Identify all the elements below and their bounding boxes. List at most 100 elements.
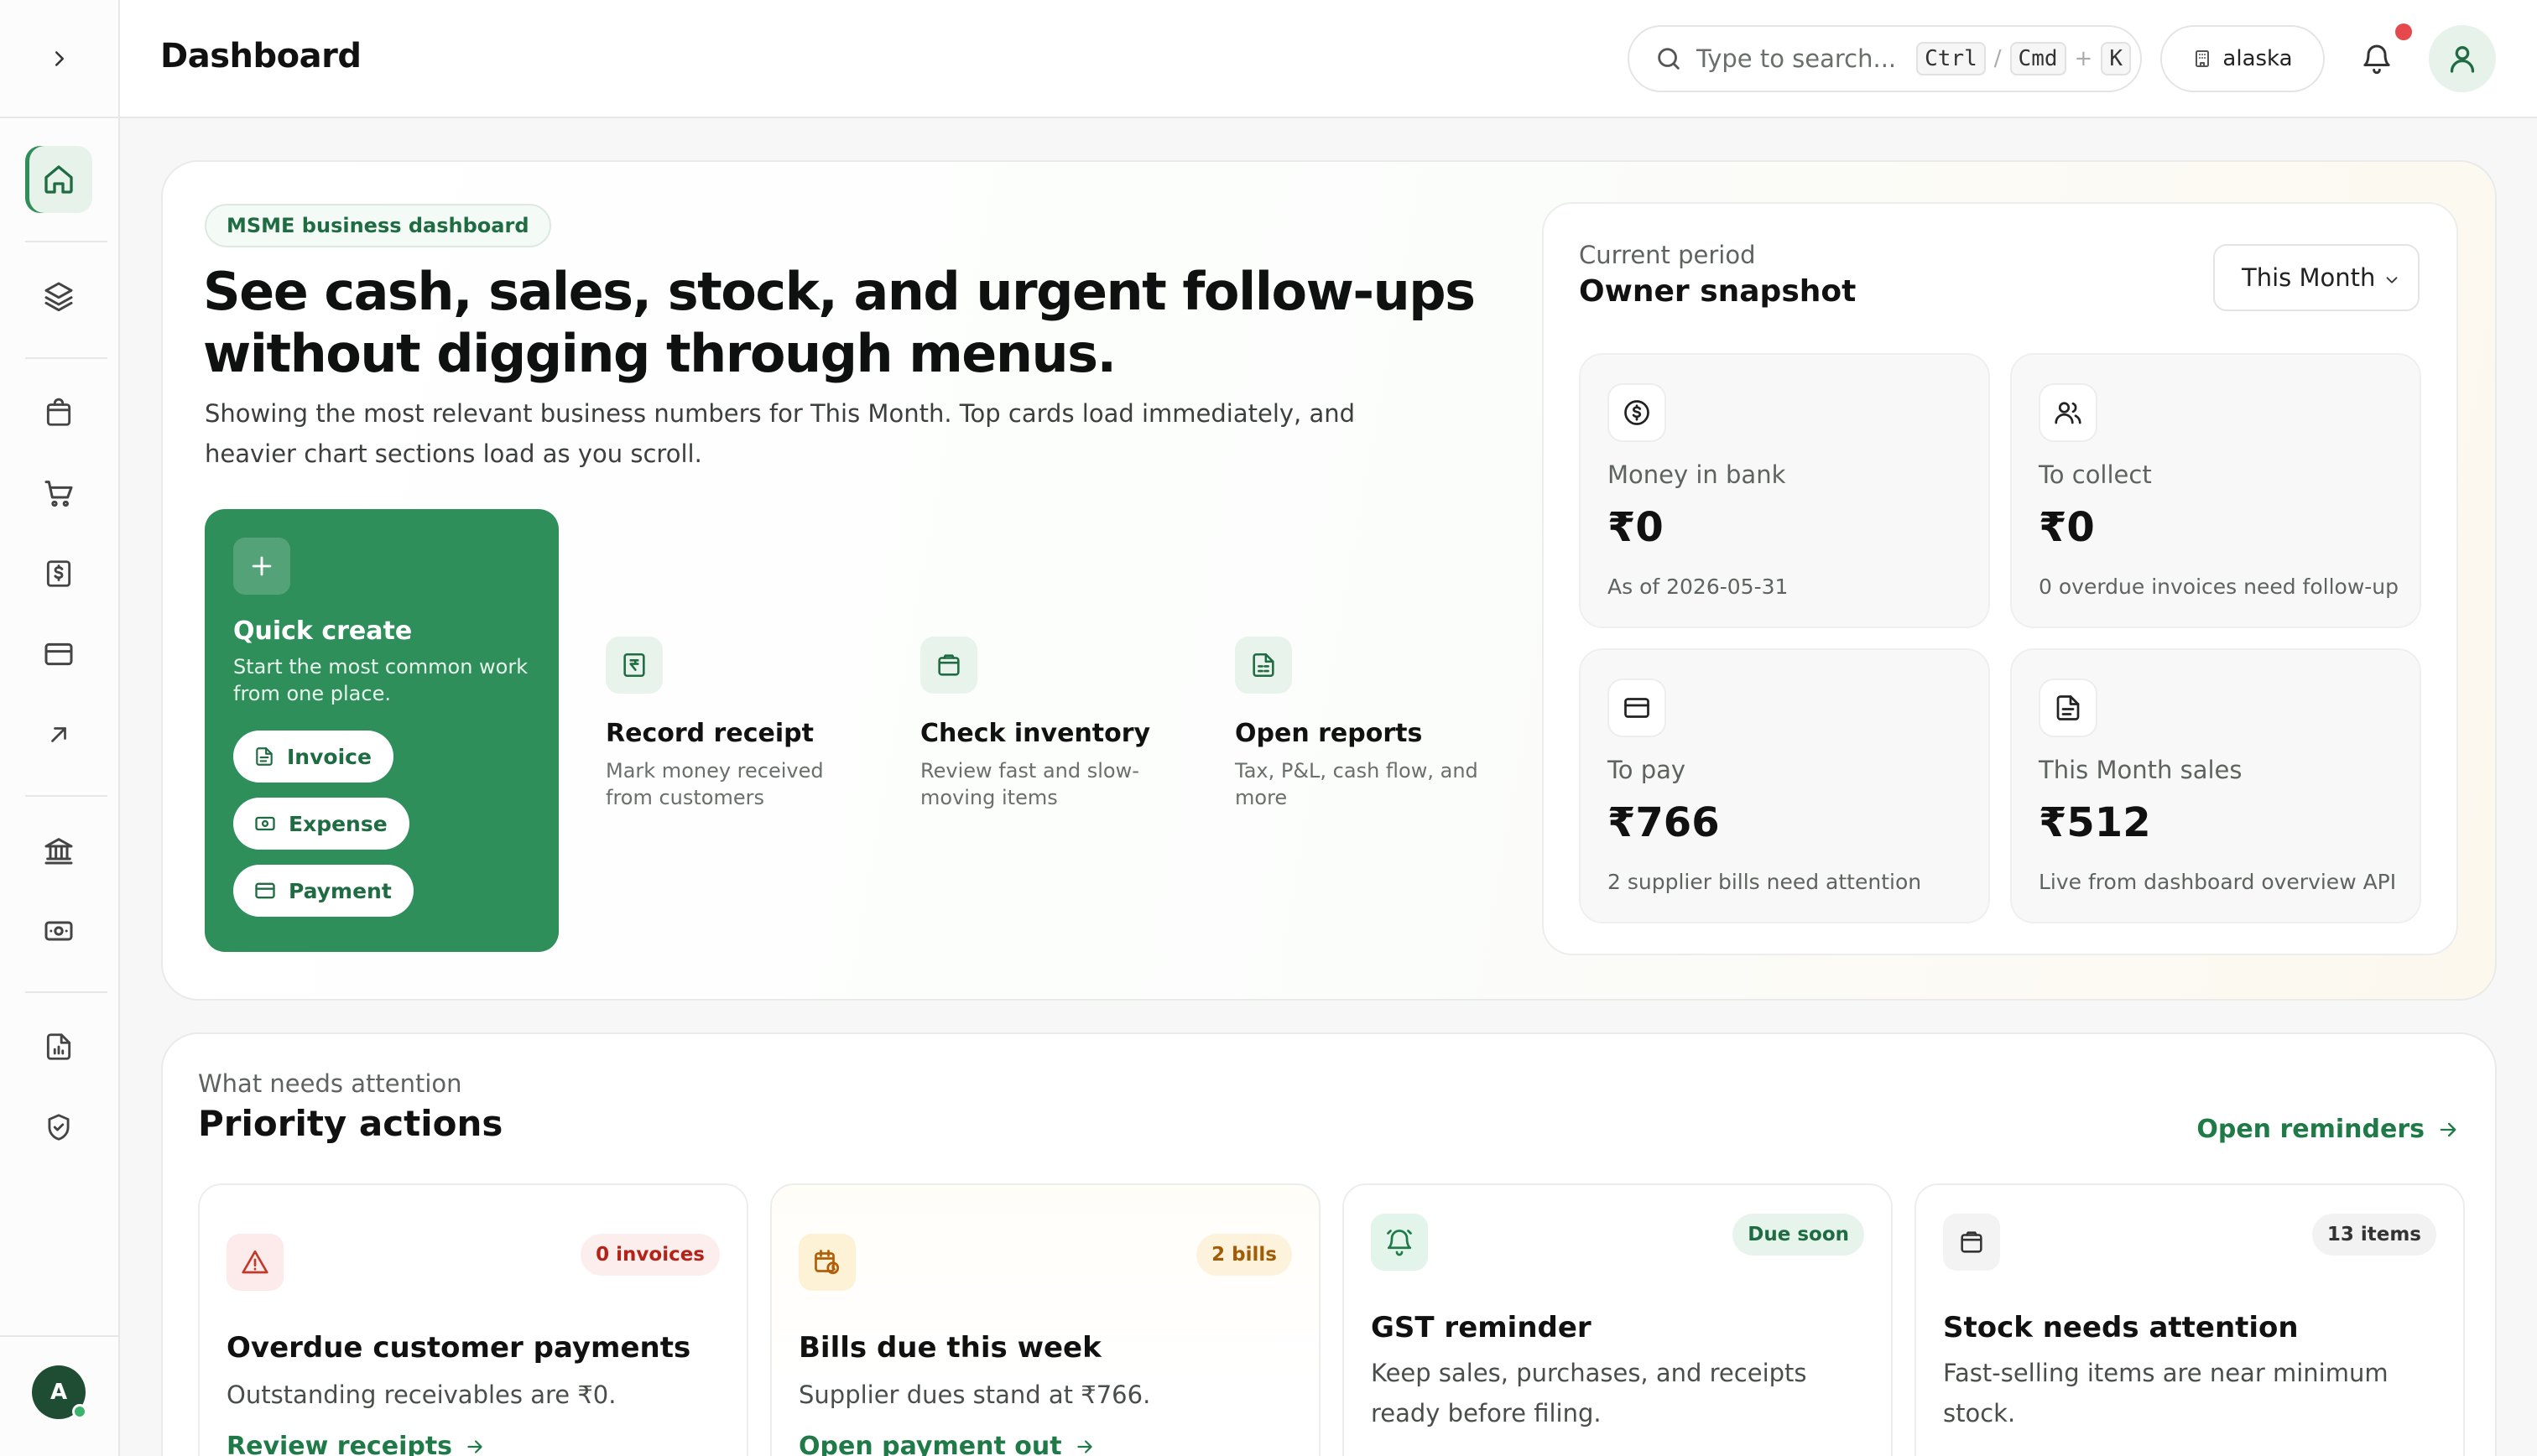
check-inventory-action[interactable]: Check inventory Review fast and slow-mov… <box>893 509 1196 952</box>
stat-value: ₹0 <box>1607 504 1664 551</box>
invoice-button-label: Invoice <box>287 744 372 769</box>
receipt-rupee-icon <box>623 653 645 678</box>
priority-badge: Due soon <box>1732 1214 1864 1256</box>
users-icon <box>2055 402 2081 424</box>
home-icon <box>44 165 73 194</box>
create-invoice-button[interactable]: Invoice <box>233 731 393 783</box>
sidebar-item-transfers[interactable] <box>25 701 92 768</box>
sidebar-item-payments[interactable] <box>25 621 92 688</box>
page-title: Dashboard <box>160 37 362 75</box>
sidebar-item-catalog[interactable] <box>25 263 92 330</box>
sidebar-divider <box>25 991 107 993</box>
priority-icon-box <box>227 1234 284 1291</box>
search-input[interactable]: Type to search... Ctrl / Cmd + K <box>1628 25 2142 92</box>
stat-value: ₹0 <box>2039 504 2095 551</box>
priority-card-title: Overdue customer payments <box>227 1331 691 1365</box>
card-icon <box>255 882 275 899</box>
shortcut-k-key: K <box>2101 42 2131 75</box>
priority-card-overdue-payments[interactable]: 0 invoices Overdue customer payments Out… <box>198 1183 748 1456</box>
bell-icon <box>2363 44 2390 75</box>
priority-card-title: Bills due this week <box>799 1331 1102 1365</box>
stat-label: Money in bank <box>1607 460 1786 489</box>
dollar-circle-icon <box>1624 400 1649 425</box>
priority-card-title: Stock needs attention <box>1943 1311 2299 1344</box>
snapshot-title: Owner snapshot <box>1579 274 1857 309</box>
user-icon <box>2450 46 2475 73</box>
create-expense-button[interactable]: Expense <box>233 798 409 850</box>
chevron-right-icon <box>55 50 64 66</box>
sidebar-item-banking[interactable] <box>25 817 92 884</box>
user-avatar[interactable]: A <box>32 1365 87 1419</box>
quick-create-title: Quick create <box>233 616 413 646</box>
avatar-initial: A <box>49 1380 68 1405</box>
shield-check-icon <box>48 1114 70 1141</box>
stat-card-money-in-bank[interactable]: Money in bank ₹0 As of 2026-05-31 <box>1579 353 1990 628</box>
priority-card-description: Outstanding receivables are ₹0. <box>227 1381 617 1409</box>
action-icon-box <box>1235 637 1292 694</box>
hero-description: Showing the most relevant business numbe… <box>205 399 1356 468</box>
online-status-dot <box>72 1404 87 1419</box>
arrow-right-icon <box>1076 1439 1092 1453</box>
sidebar-item-invoices[interactable] <box>25 540 92 607</box>
stat-label: To collect <box>2039 460 2152 489</box>
stat-card-to-pay[interactable]: To pay ₹766 2 supplier bills need attent… <box>1579 648 1990 923</box>
stat-note: Live from dashboard overview API <box>2039 870 2397 894</box>
priority-card-stock-attention[interactable]: 13 items Stock needs attention Fast-sell… <box>1914 1183 2465 1456</box>
open-reminders-link[interactable]: Open reminders <box>2196 1115 2460 1144</box>
profile-button[interactable] <box>2429 25 2496 92</box>
card-icon <box>44 642 73 666</box>
stat-card-to-collect[interactable]: To collect ₹0 0 overdue invoices need fo… <box>2010 353 2421 628</box>
priority-card-gst-reminder[interactable]: Due soon GST reminder Keep sales, purcha… <box>1342 1183 1893 1456</box>
priority-kicker: What needs attention <box>198 1069 462 1098</box>
priority-card-bills-due[interactable]: 2 bills Bills due this week Supplier due… <box>770 1183 1321 1456</box>
record-receipt-action[interactable]: Record receipt Mark money received from … <box>579 509 881 952</box>
open-reminders-label: Open reminders <box>2196 1115 2425 1144</box>
stat-label: To pay <box>1607 756 1686 784</box>
stat-value: ₹512 <box>2039 799 2151 846</box>
sidebar-toggle-button[interactable] <box>0 0 118 118</box>
shortcut-plus: + <box>2074 46 2093 71</box>
document-icon <box>2056 695 2080 720</box>
priority-title: Priority actions <box>198 1103 503 1144</box>
sidebar-item-home[interactable] <box>25 146 92 213</box>
sidebar-footer-divider <box>0 1335 118 1337</box>
search-placeholder: Type to search... <box>1696 44 1897 73</box>
priority-badge: 13 items <box>2311 1214 2436 1256</box>
sidebar-item-purchases[interactable] <box>25 460 92 527</box>
open-reports-action[interactable]: Open reports Tax, P&L, cash flow, and mo… <box>1208 509 1510 952</box>
plus-icon <box>252 556 272 576</box>
stat-card-month-sales[interactable]: This Month sales ₹512 Live from dashboar… <box>2010 648 2421 923</box>
notifications-button[interactable] <box>2353 35 2400 82</box>
hero-heading: See cash, sales, stock, and urgent follo… <box>203 261 1476 384</box>
stat-value: ₹766 <box>1607 799 1720 846</box>
review-receipts-link[interactable]: Review receipts <box>227 1432 486 1456</box>
priority-card-description: Keep sales, purchases, and receipts read… <box>1371 1359 1807 1427</box>
action-title: Record receipt <box>606 719 814 748</box>
report-icon <box>46 1033 71 1060</box>
hero-card: MSME business dashboard See cash, sales,… <box>161 160 2497 1001</box>
stat-icon-box <box>1607 679 1666 737</box>
sidebar-item-sales[interactable] <box>25 379 92 446</box>
stat-icon-box <box>2039 383 2097 442</box>
building-icon <box>2196 50 2210 67</box>
create-payment-button[interactable]: Payment <box>233 865 414 917</box>
open-payment-out-label: Open payment out <box>799 1432 1062 1456</box>
sidebar-item-cash[interactable] <box>25 897 92 965</box>
quick-create-card: Quick create Start the most common work … <box>205 509 559 952</box>
stat-note: As of 2026-05-31 <box>1607 575 1789 599</box>
sidebar-item-compliance[interactable] <box>25 1094 92 1161</box>
sidebar-item-reports[interactable] <box>25 1013 92 1080</box>
arrow-up-right-icon <box>51 727 66 742</box>
stat-icon-box <box>1607 383 1666 442</box>
priority-card-description: Supplier dues stand at ₹766. <box>799 1381 1151 1409</box>
workspace-switcher[interactable]: alaska <box>2160 25 2325 92</box>
period-select[interactable]: This Month <box>2213 244 2420 311</box>
payment-button-label: Payment <box>289 878 392 903</box>
quick-create-add-button[interactable] <box>233 538 290 595</box>
open-payment-out-link[interactable]: Open payment out <box>799 1432 1096 1456</box>
shortcut-separator: / <box>1993 46 2002 71</box>
priority-badge: 2 bills <box>1196 1234 1292 1276</box>
arrow-right-icon <box>467 1439 482 1453</box>
action-description: Tax, P&L, cash flow, and more <box>1235 759 1478 809</box>
period-value: This Month <box>2242 263 2376 292</box>
